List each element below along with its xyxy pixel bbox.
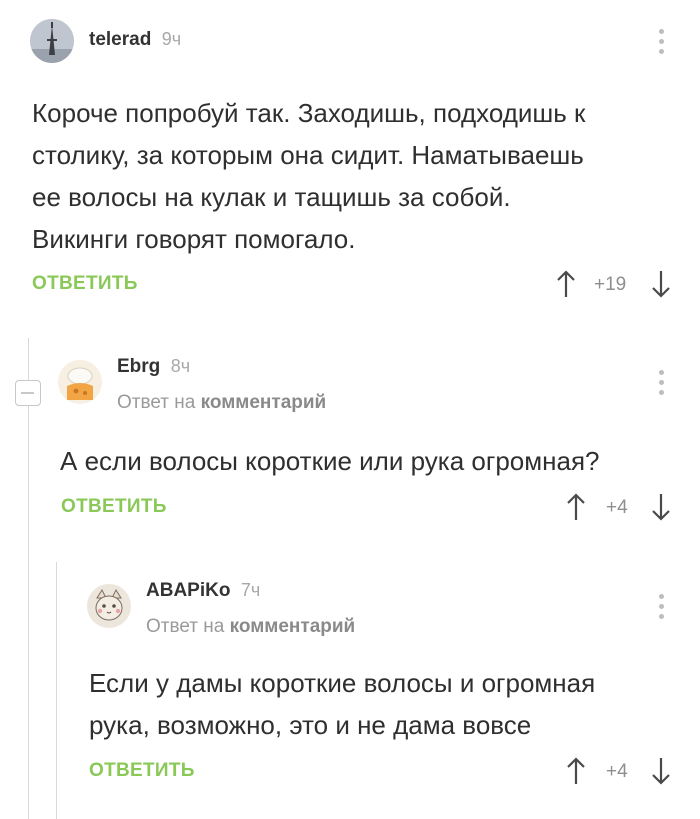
rating-count: +19 [594, 274, 627, 295]
timestamp: 9ч [161, 29, 182, 49]
comment-text-line: Если у дамы короткие волосы и огромная [89, 668, 596, 698]
rating-count: +4 [606, 761, 628, 782]
more-vertical-icon[interactable] [659, 370, 665, 400]
reply-to-label: Ответ на комментарий [117, 392, 326, 414]
username[interactable]: Ebrg [117, 356, 160, 377]
more-vertical-icon[interactable] [659, 594, 665, 624]
minus-icon [21, 392, 34, 394]
comment-header: telerad 9ч [89, 29, 181, 51]
reply-to-prefix: Ответ на [146, 616, 225, 637]
rating-count: +4 [606, 497, 628, 518]
comment-text-line: А если волосы короткие или рука огромная… [60, 446, 600, 476]
collapse-thread-button[interactable] [15, 380, 41, 406]
avatar-image [30, 19, 74, 63]
thread-line-level-1 [28, 338, 29, 819]
username[interactable]: telerad [89, 29, 151, 50]
arrow-up-icon[interactable] [567, 757, 585, 785]
comment-text-line: ее волосы на кулак и тащишь за собой. [32, 182, 511, 212]
comment-text-line: Викинги говорят помогало. [32, 224, 356, 254]
comment-text: Если у дамы короткие волосы и огромная р… [89, 662, 684, 746]
reply-button[interactable]: ОТВЕТИТЬ [61, 496, 167, 518]
reply-button[interactable]: ОТВЕТИТЬ [89, 760, 195, 782]
avatar[interactable] [58, 360, 102, 404]
reply-to-label: Ответ на комментарий [146, 616, 355, 638]
arrow-up-icon[interactable] [567, 493, 585, 521]
comment-text-line: Короче попробуй так. Заходишь, подходишь… [32, 98, 586, 128]
reply-to-prefix: Ответ на [117, 392, 196, 413]
timestamp: 8ч [170, 356, 191, 376]
arrow-up-icon[interactable] [557, 270, 575, 298]
more-vertical-icon[interactable] [659, 29, 665, 59]
timestamp: 7ч [240, 580, 261, 600]
comment-text: Короче попробуй так. Заходишь, подходишь… [32, 92, 672, 260]
comment-header: Ebrg 8ч [117, 356, 190, 378]
reply-to-link[interactable]: комментарий [201, 392, 327, 413]
arrow-down-icon[interactable] [652, 757, 670, 785]
comment-text-line: столику, за которым она сидит. Наматывае… [32, 140, 584, 170]
username[interactable]: ABAPiKo [146, 580, 230, 601]
thread-line-level-2 [56, 562, 57, 819]
avatar[interactable] [87, 584, 131, 628]
comment-text-line: рука, возможно, это и не дама вовсе [89, 710, 532, 740]
arrow-down-icon[interactable] [652, 493, 670, 521]
avatar-image [87, 584, 131, 628]
comment-header: ABAPiKo 7ч [146, 580, 260, 602]
arrow-down-icon[interactable] [652, 270, 670, 298]
comment-text: А если волосы короткие или рука огромная… [60, 440, 680, 482]
avatar[interactable] [30, 19, 74, 63]
avatar-image [58, 360, 102, 404]
reply-button[interactable]: ОТВЕТИТЬ [32, 273, 138, 295]
reply-to-link[interactable]: комментарий [230, 616, 356, 637]
